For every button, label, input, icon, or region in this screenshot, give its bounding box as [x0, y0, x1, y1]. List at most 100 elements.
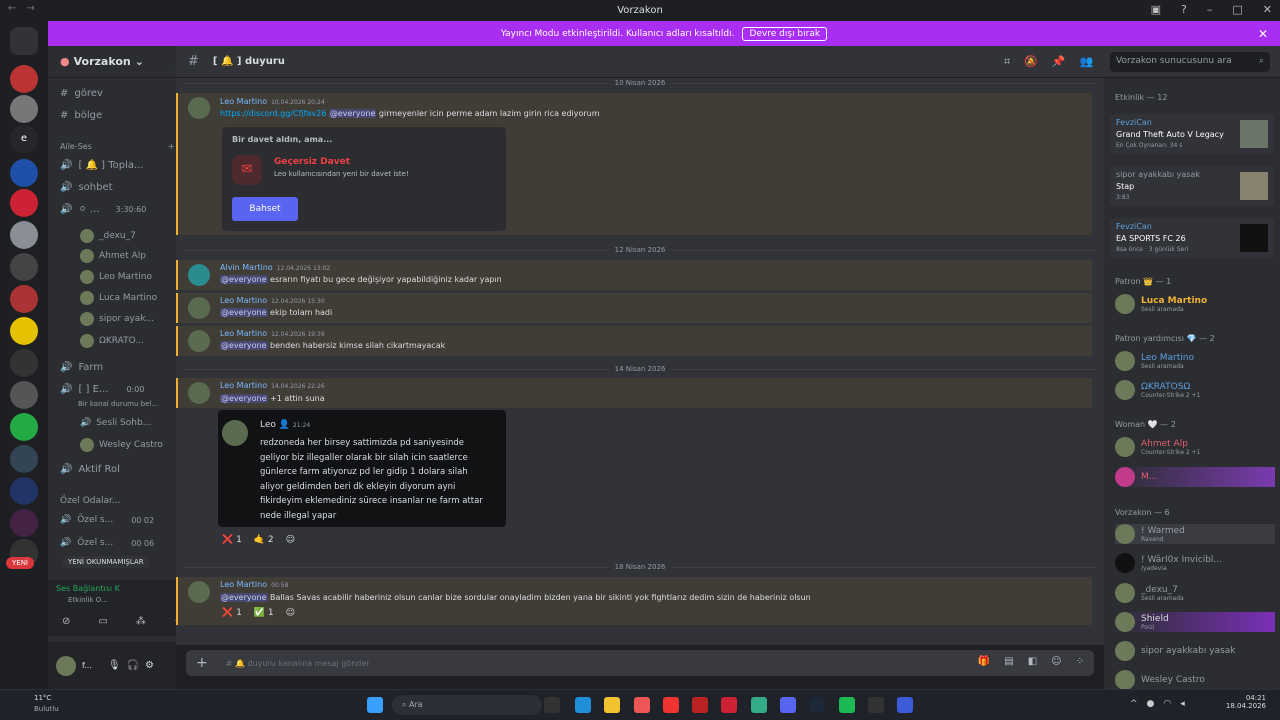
activity-card[interactable]: FevziCan EA SPORTS FC 26 8sa önce · 3 gü…	[1110, 218, 1274, 258]
help-icon[interactable]: ?	[1181, 3, 1187, 16]
add-attachment-icon[interactable]: +	[196, 655, 208, 671]
voice-channel[interactable]: 🔊 sohbet	[60, 182, 113, 193]
chevron-up-icon[interactable]: ^	[1130, 699, 1138, 709]
avatar[interactable]	[188, 297, 210, 319]
clock[interactable]: 04:21 18.04.2026	[1226, 694, 1266, 710]
threads-icon[interactable]: ⌗	[1004, 55, 1010, 69]
server-icon[interactable]	[10, 65, 38, 93]
search-input[interactable]: Vorzakon sunucusunu ara ⌕	[1110, 52, 1270, 72]
disable-streamer-mode-button[interactable]: Devre dışı bırak	[742, 26, 828, 41]
steam-icon[interactable]	[809, 697, 825, 713]
voice-user[interactable]: Wesley Castro	[80, 438, 163, 452]
activity-card[interactable]: FevziCan Grand Theft Auto V Legacy En Ço…	[1110, 114, 1274, 154]
voice-channel[interactable]: 🔊 Aktif Rol	[60, 464, 120, 475]
member-item[interactable]: Luca Martino Sesli aramada	[1115, 294, 1207, 314]
server-icon[interactable]	[10, 381, 38, 409]
server-icon[interactable]	[10, 509, 38, 537]
edge-icon[interactable]	[575, 697, 591, 713]
member-item[interactable]: sipor ayakkabı yasak	[1115, 641, 1235, 661]
gif-icon[interactable]: ▤	[1004, 656, 1013, 667]
server-icon[interactable]	[10, 95, 38, 123]
category-aile-ses[interactable]: Aile-Ses +	[60, 142, 175, 151]
message-author[interactable]: Leo Martino 00:58	[220, 580, 288, 589]
headphones-icon[interactable]: 🎧	[127, 660, 139, 671]
app-icon[interactable]	[692, 697, 708, 713]
discord-home-icon[interactable]	[10, 27, 38, 55]
member-item[interactable]: Ahmet Alp Counter-Strike 2 +1	[1115, 437, 1200, 457]
mention[interactable]: @everyone	[220, 275, 268, 284]
mention[interactable]: @everyone	[328, 109, 377, 118]
maximize-icon[interactable]: □	[1232, 3, 1242, 16]
server-icon[interactable]: e	[10, 125, 38, 153]
new-pill[interactable]: YENİ	[6, 557, 34, 569]
avatar[interactable]	[188, 330, 210, 352]
discord-icon[interactable]	[780, 697, 796, 713]
taskbar-search[interactable]: ⌕ Ara	[392, 695, 542, 715]
channel-gorev[interactable]: # görev	[60, 88, 103, 99]
member-item[interactable]: ! Warmed Ravend	[1115, 524, 1275, 544]
member-item[interactable]: M...	[1115, 467, 1275, 487]
members-icon[interactable]: 👥	[1080, 55, 1094, 69]
avatar[interactable]	[188, 264, 210, 286]
invite-link[interactable]: https://discord.gg/Cfjfav26	[220, 109, 326, 118]
mention[interactable]: @everyone	[220, 341, 268, 350]
avatar[interactable]	[188, 581, 210, 603]
voice-channel[interactable]: Özel Odalar...	[60, 496, 121, 506]
avatar[interactable]	[188, 97, 210, 119]
close-icon[interactable]: ✕	[1263, 3, 1272, 16]
member-item[interactable]: _dexu_7 Sesli aramada	[1115, 583, 1184, 603]
unread-pill[interactable]: YENİ OKUNMAMIŞLAR	[62, 556, 150, 568]
voice-channel[interactable]: 🔊 Özel s... 00 02	[60, 515, 154, 525]
opera-icon[interactable]	[663, 697, 679, 713]
back-icon[interactable]: ←	[8, 3, 16, 14]
add-reaction-icon[interactable]: ☺	[286, 608, 295, 618]
reaction[interactable]: ✅ 1	[254, 608, 274, 618]
server-icon[interactable]	[10, 349, 38, 377]
member-item[interactable]: Shield Poizi	[1115, 612, 1275, 632]
member-item[interactable]: Wesley Castro	[1115, 670, 1205, 689]
task-view-icon[interactable]	[544, 697, 560, 713]
voice-channel[interactable]: 🔊 Özel s... 00 06	[60, 538, 154, 548]
avatar[interactable]	[56, 655, 76, 676]
volume-icon[interactable]: ◂	[1180, 699, 1185, 709]
gift-icon[interactable]: 🎁	[978, 656, 990, 667]
server-icon[interactable]	[10, 477, 38, 505]
reaction[interactable]: 🤙 2	[254, 535, 274, 545]
voice-user[interactable]: _dexu_7	[80, 229, 136, 243]
channel-bolge[interactable]: # bölge	[60, 110, 102, 121]
start-icon[interactable]	[367, 697, 383, 713]
voice-user[interactable]: Luca Martino	[80, 291, 157, 305]
voice-user[interactable]: Ahmet Alp	[80, 249, 146, 263]
reaction[interactable]: ❌ 1	[222, 535, 242, 545]
message-author[interactable]: Alvin Martino 12.04.2026 13:02	[220, 263, 330, 272]
screen-share-icon[interactable]: ▭	[98, 616, 107, 627]
avatar[interactable]	[188, 382, 210, 404]
server-icon[interactable]	[10, 413, 38, 441]
app-icon[interactable]	[868, 697, 884, 713]
mention[interactable]: @everyone	[220, 394, 268, 403]
app-icon[interactable]	[634, 697, 650, 713]
voice-channel[interactable]: 🔊 Farm	[60, 362, 103, 373]
server-icon[interactable]	[10, 317, 38, 345]
message-author[interactable]: Leo Martino 12.04.2026 15:30	[220, 296, 325, 305]
activity-card[interactable]: sipor ayakkabı yasak Stap 3:83	[1110, 166, 1274, 206]
message-author[interactable]: Leo Martino 12.04.2026 19:39	[220, 329, 325, 338]
message-composer[interactable]: + # 🔔 duyuru kanalına mesaj gönder 🎁 ▤ ◧ ☺ ⁘	[186, 650, 1094, 676]
sticker-icon[interactable]: ◧	[1028, 656, 1037, 667]
chrome-icon[interactable]	[751, 697, 767, 713]
server-icon[interactable]	[10, 253, 38, 281]
server-header[interactable]: ● Vorzakon ⌄ 👤	[48, 46, 188, 78]
inbox-icon[interactable]: ▣	[1151, 3, 1161, 16]
voice-channel[interactable]: 🔊 [ ] E... 0:00	[60, 384, 144, 395]
member-item[interactable]: ! WârI0x Invicibl.../yadevia	[1115, 553, 1222, 573]
voice-channel[interactable]: 🔊 Sesli Sohb...	[80, 418, 151, 428]
member-item[interactable]: ΩKRATOSΩ Counter-Strike 2 +1	[1115, 380, 1200, 400]
server-icon[interactable]	[10, 189, 38, 217]
emoji-icon[interactable]: ☺	[1051, 656, 1061, 667]
add-icon[interactable]: +	[168, 142, 175, 151]
app-icon[interactable]	[721, 697, 737, 713]
network-icon[interactable]: ◠	[1163, 699, 1171, 709]
voice-channel[interactable]: 🔊 [ 🔔 ] Topla...	[60, 160, 144, 171]
activities-icon[interactable]: ⁂	[136, 616, 146, 627]
voice-user[interactable]: Leo Martino	[80, 270, 152, 284]
